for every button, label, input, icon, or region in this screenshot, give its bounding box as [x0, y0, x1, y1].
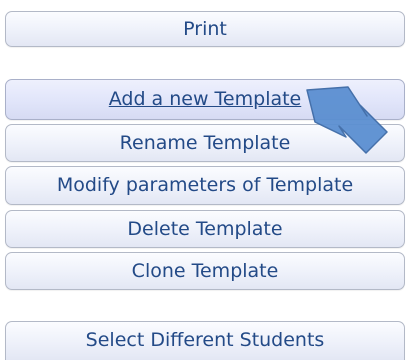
select-students-button-label: Select Different Students [85, 329, 325, 351]
add-template-button-label: Add a new Template [108, 88, 302, 110]
print-button[interactable]: Print [5, 11, 405, 47]
print-button-label: Print [183, 18, 227, 40]
rename-template-button[interactable]: Rename Template [5, 124, 405, 162]
add-template-button[interactable]: Add a new Template [5, 79, 405, 120]
delete-template-button-label: Delete Template [127, 218, 283, 240]
rename-template-button-label: Rename Template [119, 132, 291, 154]
clone-template-button-label: Clone Template [131, 260, 279, 282]
select-students-button[interactable]: Select Different Students [5, 321, 405, 360]
modify-template-button-label: Modify parameters of Template [56, 174, 354, 196]
modify-template-button[interactable]: Modify parameters of Template [5, 166, 405, 205]
clone-template-button[interactable]: Clone Template [5, 252, 405, 290]
template-actions-panel: Print Add a new Template Rename Template… [0, 0, 409, 360]
delete-template-button[interactable]: Delete Template [5, 210, 405, 248]
